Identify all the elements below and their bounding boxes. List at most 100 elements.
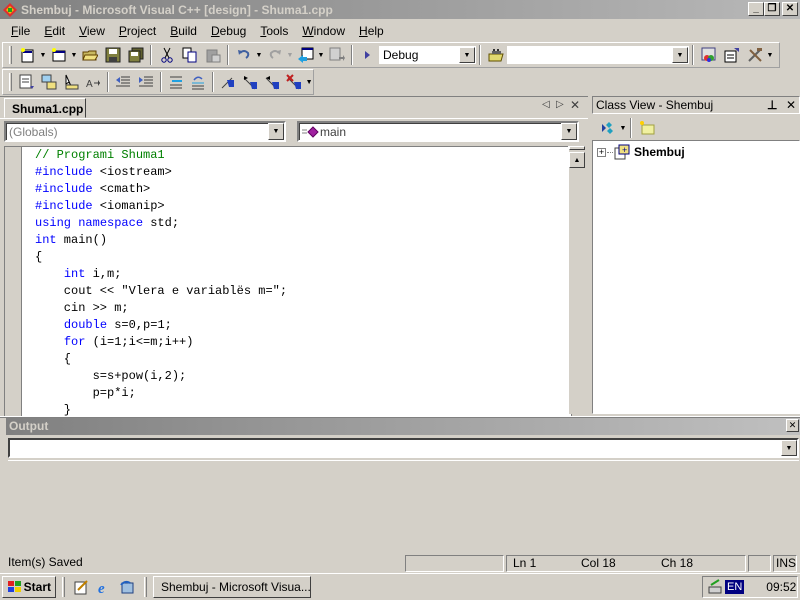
scrollbar-split-handle[interactable] <box>569 146 585 150</box>
code-line[interactable]: cout << "Vlera e variablës m="; <box>35 283 287 300</box>
quicklaunch-internet-explorer[interactable]: e <box>92 576 115 598</box>
code-line[interactable]: int main() <box>35 232 287 249</box>
undo-dropdown[interactable]: ▼ <box>255 52 263 59</box>
class-view-filter-button[interactable] <box>596 117 619 139</box>
cut-button[interactable] <box>155 44 178 66</box>
find-combo[interactable]: ▼ <box>507 46 689 64</box>
undo-format-button[interactable] <box>187 71 209 93</box>
quicklaunch-notepad[interactable] <box>69 576 92 598</box>
menu-build[interactable]: Build <box>163 21 204 41</box>
close-icon[interactable]: ✕ <box>786 98 796 112</box>
code-line[interactable]: #include <iostream> <box>35 164 287 181</box>
output-close-button[interactable]: ✕ <box>786 419 799 432</box>
workspace-button[interactable] <box>294 44 317 66</box>
output-window-button[interactable] <box>325 44 348 66</box>
build-configuration-combo[interactable]: Debug ▼ <box>379 46 476 64</box>
language-indicator[interactable]: EN <box>725 580 745 594</box>
new-folder-button[interactable] <box>635 117 658 139</box>
output-combo[interactable]: ▼ <box>8 438 799 458</box>
undo-button[interactable] <box>232 44 255 66</box>
toolbar-grip[interactable] <box>9 46 12 64</box>
member-combo[interactable]: main ▼ <box>297 121 579 142</box>
menu-edit[interactable]: Edit <box>37 21 72 41</box>
wizard-bar-button[interactable] <box>720 44 743 66</box>
quicklaunch-grip[interactable] <box>62 577 65 597</box>
code-line[interactable]: s=s+pow(i,2); <box>35 368 287 385</box>
paste-button[interactable] <box>201 44 224 66</box>
save-all-button[interactable] <box>124 44 147 66</box>
toolbar-overflow-dropdown[interactable]: ▼ <box>305 79 313 86</box>
class-wizard-button[interactable] <box>697 44 720 66</box>
menu-view[interactable]: View <box>72 21 112 41</box>
menu-debug[interactable]: Debug <box>204 21 253 41</box>
minimize-button[interactable]: _ <box>748 2 764 16</box>
restore-button[interactable]: ❐ <box>764 2 780 16</box>
indent-right-button[interactable] <box>135 71 157 93</box>
menu-project[interactable]: Project <box>112 21 163 41</box>
build-tools-button[interactable] <box>743 44 766 66</box>
align-button[interactable] <box>165 71 187 93</box>
select-button[interactable] <box>60 71 82 93</box>
code-line[interactable]: { <box>35 351 287 368</box>
taskbar-button-visual-cpp[interactable]: Shembuj - Microsoft Visua... <box>153 576 311 598</box>
pin-icon[interactable]: ⊥ <box>767 98 777 112</box>
chevron-down-icon[interactable]: ▼ <box>781 440 797 456</box>
tab-scroll-left-icon[interactable]: ◁ <box>542 99 550 110</box>
chevron-down-icon[interactable]: ▼ <box>672 47 688 63</box>
new-workspace-dropdown[interactable]: ▼ <box>70 52 78 59</box>
code-line[interactable]: int i,m; <box>35 266 287 283</box>
tab-scroll-right-icon[interactable]: ▷ <box>556 99 564 110</box>
next-bookmark-button[interactable] <box>239 71 261 93</box>
code-text[interactable]: // Programi Shuma1 #include <iostream> #in… <box>35 147 287 419</box>
menu-tools[interactable]: Tools <box>253 21 295 41</box>
prev-bookmark-button[interactable] <box>261 71 283 93</box>
vertical-scrollbar[interactable]: ▲ <box>568 146 585 414</box>
new-file-button[interactable] <box>16 44 39 66</box>
save-button[interactable] <box>101 44 124 66</box>
code-line[interactable]: double s=0,p=1; <box>35 317 287 334</box>
menu-window[interactable]: Window <box>295 21 352 41</box>
menu-file[interactable]: File <box>4 21 37 41</box>
chevron-down-icon[interactable]: ▼ <box>459 47 475 63</box>
code-line[interactable]: #include <cmath> <box>35 181 287 198</box>
run-button[interactable] <box>356 44 379 66</box>
quicklaunch-outlook[interactable] <box>115 576 138 598</box>
workspace-dropdown[interactable]: ▼ <box>317 52 325 59</box>
bookmark-button[interactable] <box>217 71 239 93</box>
start-button[interactable]: Start <box>2 576 56 598</box>
class-view-filter-dropdown[interactable]: ▼ <box>619 125 627 132</box>
scope-combo[interactable]: (Globals) ▼ <box>4 121 286 142</box>
copy-button[interactable] <box>178 44 201 66</box>
chevron-down-icon[interactable]: ▼ <box>561 123 577 140</box>
indent-left-button[interactable] <box>112 71 134 93</box>
code-line[interactable]: // Programi Shuma1 <box>35 147 287 164</box>
code-line[interactable]: using namespace std; <box>35 215 287 232</box>
close-document-icon[interactable]: ✕ <box>570 98 580 112</box>
close-button[interactable]: ✕ <box>782 2 798 16</box>
class-view-tree[interactable]: + + Shembuj <box>592 140 800 414</box>
clock[interactable]: 09:52 <box>766 580 796 594</box>
code-line[interactable]: #include <iomanip> <box>35 198 287 215</box>
redo-dropdown[interactable]: ▼ <box>286 52 294 59</box>
toolbar-overflow-dropdown[interactable]: ▼ <box>766 52 774 59</box>
new-workspace-button[interactable] <box>47 44 70 66</box>
toolbar-grip[interactable] <box>9 73 12 91</box>
code-line[interactable]: { <box>35 249 287 266</box>
redo-button[interactable] <box>263 44 286 66</box>
find-in-files-button[interactable] <box>484 44 507 66</box>
expand-icon[interactable]: + <box>597 147 606 157</box>
scroll-up-button[interactable]: ▲ <box>569 152 585 168</box>
tree-item-shembuj[interactable]: + + Shembuj <box>597 144 685 160</box>
output-content[interactable] <box>8 460 799 548</box>
new-file-dropdown[interactable]: ▼ <box>39 52 47 59</box>
menu-help[interactable]: Help <box>352 21 391 41</box>
taskbar-grip[interactable] <box>144 577 147 597</box>
network-icon[interactable] <box>707 579 723 595</box>
tab-shuma1-cpp[interactable]: Shuma1.cpp <box>4 98 86 118</box>
chevron-down-icon[interactable]: ▼ <box>268 123 284 140</box>
code-line[interactable]: for (i=1;i<=m;i++) <box>35 334 287 351</box>
clear-bookmarks-button[interactable] <box>283 71 305 93</box>
build-button[interactable] <box>38 71 60 93</box>
code-line[interactable]: p=p*i; <box>35 385 287 402</box>
format-button[interactable]: A <box>82 71 104 93</box>
